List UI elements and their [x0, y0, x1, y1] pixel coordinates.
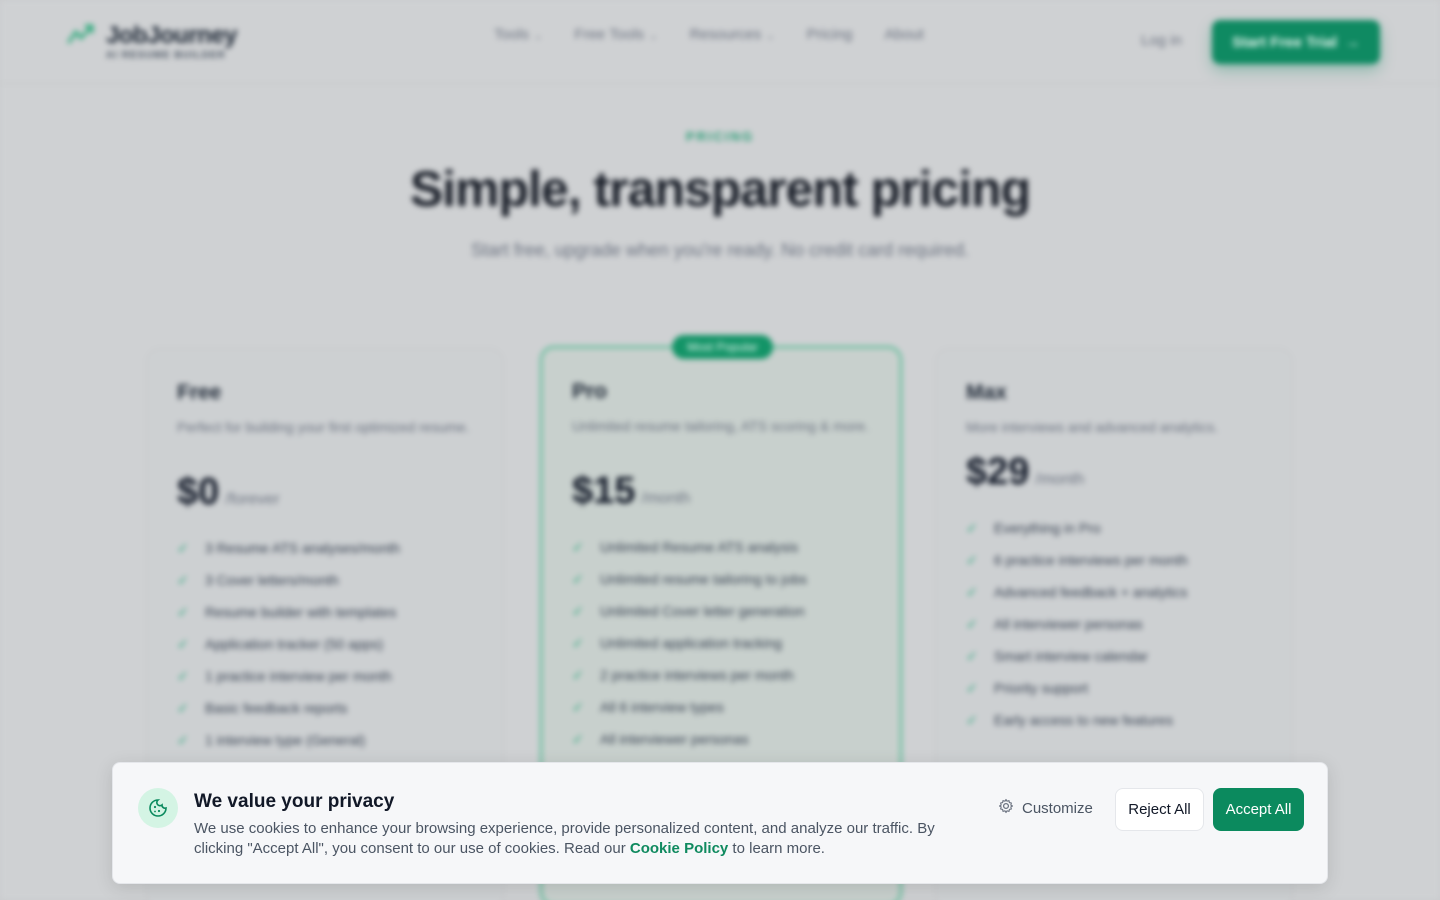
- check-icon: ✓: [177, 539, 189, 556]
- accept-all-button[interactable]: Accept All: [1213, 788, 1304, 831]
- feature-item: ✓ Basic feedback reports: [177, 699, 348, 717]
- nav-item-free-tools[interactable]: Free Tools ⌄: [574, 26, 657, 43]
- feature-item: ✓ 1 interview type (General): [177, 731, 366, 749]
- arrow-right-icon: →: [1345, 33, 1361, 51]
- feature-item: ✓ Everything in Pro: [966, 519, 1101, 537]
- brand-tagline: AI RESUME BUILDER: [106, 50, 226, 61]
- check-icon: ✓: [177, 731, 189, 748]
- nav-links: Tools ⌄ Free Tools ⌄ Resources ⌄ Pricing Ab…: [494, 26, 924, 43]
- plan-description: Unlimited resume tailoring, ATS scoring …: [572, 418, 869, 434]
- logo-mark-icon: [66, 22, 96, 48]
- chevron-down-icon: ⌄: [534, 31, 543, 42]
- most-popular-badge: Most Popular: [672, 335, 773, 359]
- check-icon: ✓: [572, 634, 584, 651]
- check-icon: ✓: [177, 699, 189, 716]
- plan-name: Free: [177, 381, 222, 404]
- feature-item: ✓ Advanced feedback + analytics: [966, 583, 1188, 601]
- cookie-consent-banner: We value your privacy We use cookies to …: [112, 762, 1328, 884]
- nav-item-resources[interactable]: Resources ⌄: [690, 26, 775, 43]
- cookie-icon: [138, 788, 178, 828]
- start-trial-label: Start Free Trial: [1231, 33, 1338, 51]
- check-icon: ✓: [177, 667, 189, 684]
- check-icon: ✓: [966, 583, 978, 600]
- feature-item: ✓ Early access to new features: [966, 711, 1173, 729]
- plan-period: /month: [641, 490, 691, 507]
- plan-name: Pro: [572, 380, 608, 403]
- feature-item: ✓ All interviewer personas: [572, 730, 749, 748]
- page-subtitle: Start free, upgrade when you're ready. N…: [470, 240, 970, 260]
- plan-price: $29: [966, 451, 1030, 493]
- login-link[interactable]: Log in: [1141, 32, 1182, 49]
- gear-icon: [998, 798, 1014, 818]
- check-icon: ✓: [177, 635, 189, 652]
- check-icon: ✓: [572, 730, 584, 747]
- check-icon: ✓: [572, 538, 584, 555]
- feature-list: ✓ 3 Resume ATS analyses/month ✓ 3 Cover le…: [177, 532, 473, 756]
- check-icon: ✓: [177, 571, 189, 588]
- feature-item: ✓ All 6 interview types: [572, 698, 724, 716]
- check-icon: ✓: [572, 666, 584, 683]
- check-icon: ✓: [966, 615, 978, 632]
- feature-item: ✓ Resume builder with templates: [177, 603, 397, 621]
- feature-item: ✓ Smart interview calendar: [966, 647, 1149, 665]
- chevron-down-icon: ⌄: [766, 31, 775, 42]
- brand-logo[interactable]: JobJourney AI RESUME BUILDER: [66, 22, 238, 61]
- plan-price: $15: [572, 470, 636, 512]
- feature-item: ✓ 3 Cover letters/month: [177, 571, 339, 589]
- feature-item: ✓ 1 practice interview per month: [177, 667, 392, 685]
- check-icon: ✓: [966, 647, 978, 664]
- plan-period: /month: [1035, 471, 1085, 488]
- check-icon: ✓: [572, 602, 584, 619]
- start-trial-button[interactable]: Start Free Trial →: [1212, 20, 1380, 64]
- feature-item: ✓ Application tracker (50 apps): [177, 635, 384, 653]
- section-eyebrow: PRICING: [685, 129, 755, 144]
- feature-item: ✓ Priority support: [966, 679, 1089, 697]
- cookie-title: We value your privacy: [194, 791, 395, 812]
- top-nav: JobJourney AI RESUME BUILDER Tools ⌄ Free…: [0, 0, 1440, 84]
- plan-description: More interviews and advanced analytics.: [966, 419, 1219, 435]
- plan-price: $0: [177, 471, 220, 513]
- feature-item: ✓ Unlimited Resume ATS analysis: [572, 538, 799, 556]
- check-icon: ✓: [966, 519, 978, 536]
- plan-name: Max: [966, 381, 1007, 404]
- check-icon: ✓: [966, 551, 978, 568]
- feature-item: ✓ 6 practice interviews per month: [966, 551, 1188, 569]
- customize-button[interactable]: Customize: [998, 798, 1093, 818]
- feature-item: ✓ Unlimited Cover letter generation: [572, 602, 805, 620]
- plan-description: Perfect for building your first optimize…: [177, 419, 470, 435]
- check-icon: ✓: [572, 570, 584, 587]
- nav-item-about[interactable]: About: [885, 26, 924, 43]
- chevron-down-icon: ⌄: [649, 31, 658, 42]
- customize-label: Customize: [1022, 799, 1093, 817]
- check-icon: ✓: [572, 698, 584, 715]
- plan-period: /forever: [225, 491, 280, 508]
- brand-name: JobJourney: [106, 22, 238, 49]
- check-icon: ✓: [177, 603, 189, 620]
- feature-item: ✓ 2 practice interviews per month: [572, 666, 794, 684]
- reject-all-button[interactable]: Reject All: [1115, 788, 1204, 831]
- nav-item-tools[interactable]: Tools ⌄: [494, 26, 542, 43]
- feature-item: ✓ Unlimited resume tailoring to jobs: [572, 570, 807, 588]
- check-icon: ✓: [966, 679, 978, 696]
- nav-item-pricing[interactable]: Pricing: [807, 26, 853, 43]
- cookie-policy-link[interactable]: Cookie Policy: [630, 840, 728, 857]
- page-title: Simple, transparent pricing: [409, 161, 1031, 217]
- cookie-text-end: to learn more.: [728, 840, 825, 857]
- feature-item: ✓ 3 Resume ATS analyses/month: [177, 539, 401, 557]
- feature-item: ✓ Unlimited application tracking: [572, 634, 783, 652]
- cookie-description: We use cookies to enhance your browsing …: [194, 819, 954, 859]
- feature-list: ✓ Unlimited Resume ATS analysis ✓ Unlimite…: [572, 531, 870, 755]
- check-icon: ✓: [966, 711, 978, 728]
- feature-list: ✓ Everything in Pro ✓ 6 practice interview…: [966, 512, 1262, 736]
- feature-item: ✓ All interviewer personas: [966, 615, 1143, 633]
